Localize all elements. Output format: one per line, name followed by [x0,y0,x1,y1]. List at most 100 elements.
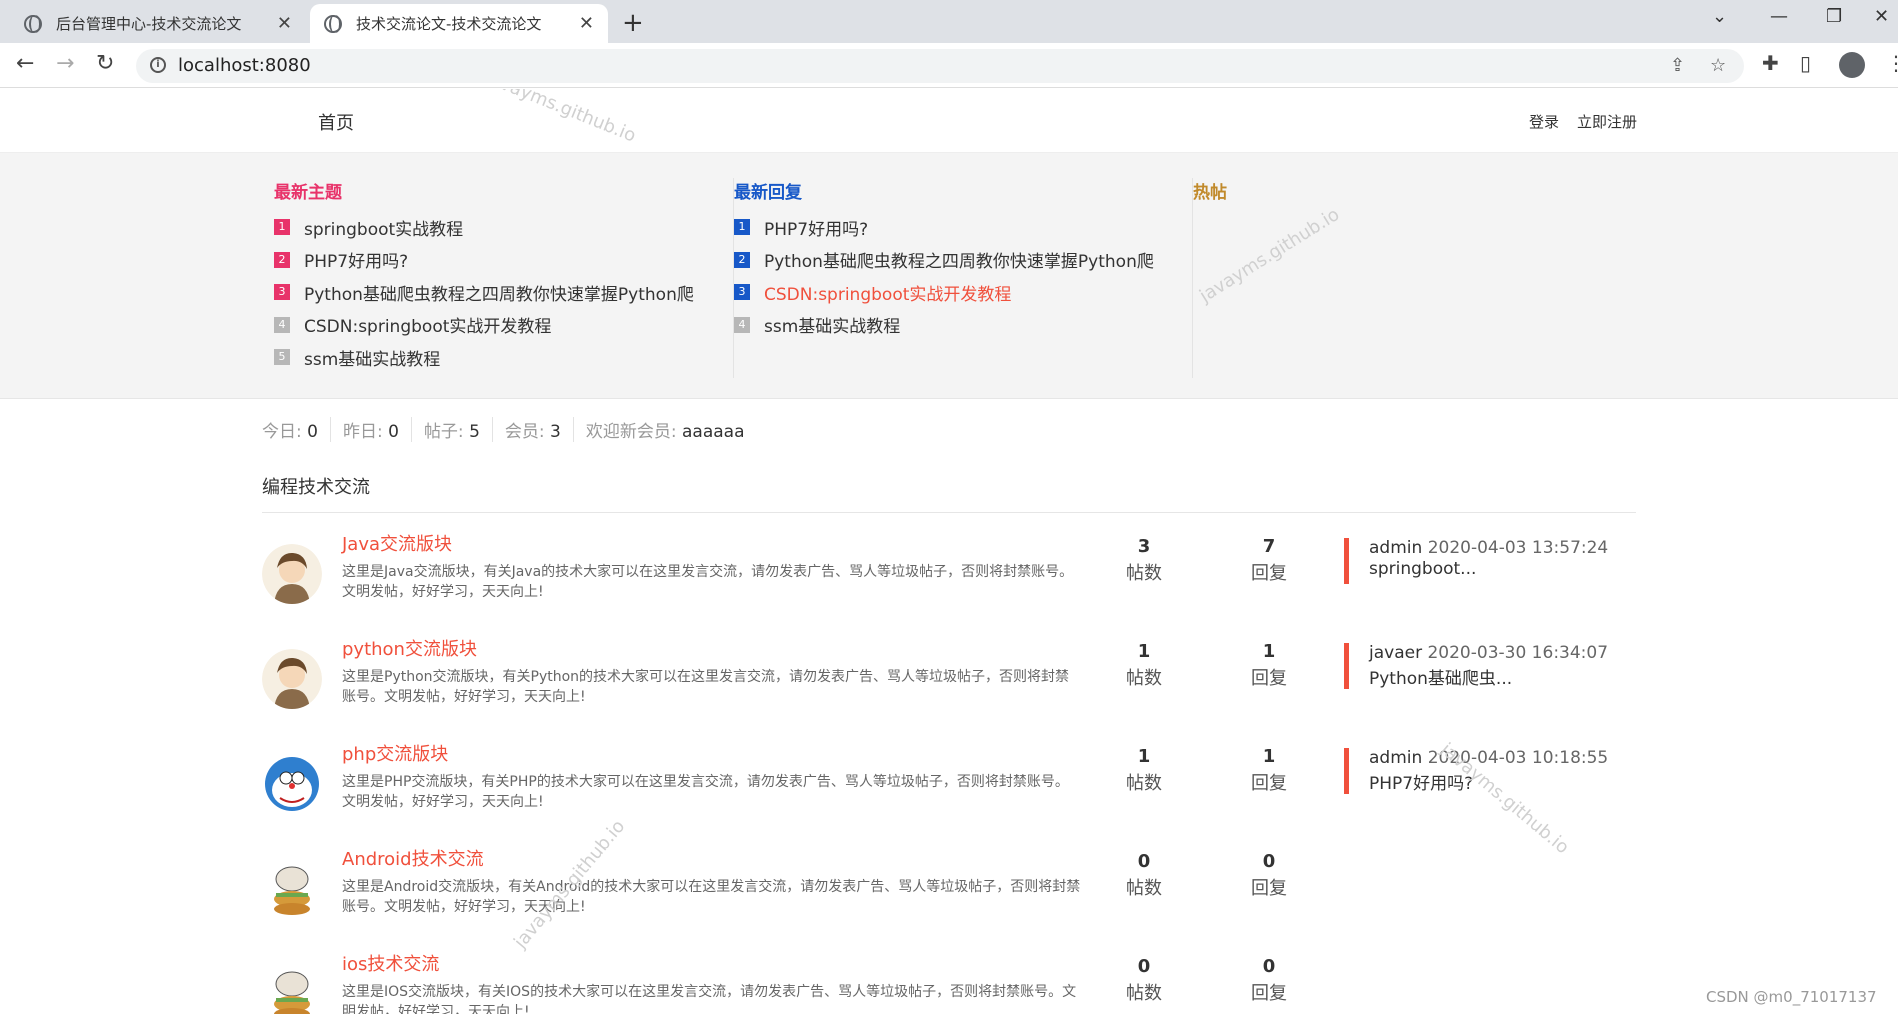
topic-count-value: 3 [1137,536,1151,557]
reply-count-value: 0 [1262,956,1276,977]
list-item[interactable]: 4 ssm基础实战教程 [734,309,1193,342]
reply-link[interactable]: Python基础爬虫教程之四周教你快速掌握Python爬 [764,247,1154,272]
topic-count-value: 0 [1137,851,1151,872]
site-info-icon[interactable]: i [150,57,166,73]
side-panel-icon[interactable]: ▯ [1800,51,1811,75]
topic-count-label: 帖数 [1126,773,1162,794]
list-item[interactable]: 3 Python基础爬虫教程之四周教你快速掌握Python爬 [274,276,734,309]
list-item[interactable]: 2 Python基础爬虫教程之四周教你快速掌握Python爬 [734,244,1193,277]
extensions-puzzle-icon[interactable]: ✚ [1762,51,1779,75]
list-item[interactable]: 3 CSDN:springboot实战开发教程 [734,276,1193,309]
restore-icon[interactable]: ❐ [1826,6,1842,27]
forum-description: 这里是PHP交流版块，有关PHP的技术大家可以在这里发言交流，请勿发表广告、骂人… [342,774,1069,810]
login-link[interactable]: 登录 [1529,111,1559,132]
topic-count-value: 1 [1137,641,1151,662]
last-post-user[interactable]: admin [1369,748,1422,768]
stat-label: 昨日: [342,422,383,442]
topic-count-label: 帖数 [1126,878,1162,899]
forum-row: ios技术交流 这里是IOS交流版块，有关IOS的技术大家可以在这里发言交流，请… [262,950,1636,1014]
list-item[interactable]: 2 PHP7好用吗? [274,244,734,277]
profile-avatar-icon[interactable] [1839,52,1865,78]
browser-tab-bar: 后台管理中心-技术交流论文 ✕ 技术交流论文-技术交流论文 ✕ + ⌄ — ❐ … [0,0,1898,43]
rank-badge: 5 [274,349,290,366]
new-member-link[interactable]: aaaaaa [682,422,745,442]
last-post-title-link[interactable]: Python基础爬虫... [1369,664,1608,689]
reply-link[interactable]: PHP7好用吗? [764,215,868,240]
forum-row: Android技术交流 这里是Android交流版块，有关Android的技术大… [262,845,1636,950]
topic-link[interactable]: Python基础爬虫教程之四周教你快速掌握Python爬 [304,280,694,305]
new-tab-icon[interactable]: + [622,8,644,38]
reply-count-label: 回复 [1251,773,1287,794]
list-item[interactable]: 5 ssm基础实战教程 [274,341,734,374]
topic-link[interactable]: PHP7好用吗? [304,247,408,272]
close-window-icon[interactable]: ✕ [1874,6,1889,27]
forum-description: 这里是Java交流版块，有关Java的技术大家可以在这里发言交流，请勿发表广告、… [342,564,1074,600]
list-item[interactable]: 4 CSDN:springboot实战开发教程 [274,309,734,342]
reply-count: 0 回复 [1229,956,1309,1005]
browser-tab-admin[interactable]: 后台管理中心-技术交流论文 ✕ [10,4,306,43]
stat-value: 3 [550,422,561,442]
close-tab-icon[interactable]: ✕ [579,13,594,34]
topic-count-label: 帖数 [1126,983,1162,1004]
forward-icon[interactable]: → [56,51,74,76]
reply-count-value: 1 [1262,746,1276,767]
tab-title: 技术交流论文-技术交流论文 [356,15,542,33]
topic-count: 1 帖数 [1104,641,1184,690]
topic-link[interactable]: CSDN:springboot实战开发教程 [304,312,551,337]
topic-count-value: 0 [1137,956,1151,977]
url-input[interactable]: i localhost:8080 ⇪ ☆ [136,49,1744,83]
reply-count-value: 1 [1262,641,1276,662]
topic-link[interactable]: ssm基础实战教程 [304,345,440,370]
reply-count-label: 回复 [1251,563,1287,584]
topic-count-value: 1 [1137,746,1151,767]
back-icon[interactable]: ← [16,51,34,76]
topic-link[interactable]: springboot实战教程 [304,215,463,240]
forum-name-link[interactable]: python交流版块 [342,635,477,661]
share-icon[interactable]: ⇪ [1670,55,1685,76]
stat-yesterday: 昨日: 0 [329,417,411,442]
last-post-user[interactable]: admin [1369,538,1422,558]
rank-badge: 2 [734,251,750,268]
forum-name-link[interactable]: Android技术交流 [342,845,484,871]
latest-topics-column: 最新主题 1 springboot实战教程 2 PHP7好用吗? 3 Python基础… [274,178,734,378]
list-item[interactable]: 1 PHP7好用吗? [734,211,1193,244]
register-link[interactable]: 立即注册 [1577,111,1637,132]
rank-badge: 2 [274,251,290,268]
forum-description: 这里是Android交流版块，有关Android的技术大家可以在这里发言交流，请… [342,879,1081,915]
address-bar-row: ← → ↻ i localhost:8080 ⇪ ☆ ✚ ▯ ⋮ [0,43,1898,88]
close-tab-icon[interactable]: ✕ [277,13,292,34]
latest-replies-title: 最新回复 [734,183,802,203]
topic-count: 0 帖数 [1104,851,1184,900]
forum-name-link[interactable]: ios技术交流 [342,950,439,976]
last-post-title-link[interactable]: springboot... [1369,559,1608,579]
forum-name-link[interactable]: Java交流版块 [342,530,452,556]
forum-avatar[interactable] [262,544,322,604]
reply-count-value: 0 [1262,851,1276,872]
forum-avatar[interactable] [262,649,322,709]
stat-value: 0 [388,422,399,442]
tab-title: 后台管理中心-技术交流论文 [56,15,242,33]
nav-home-link[interactable]: 首页 [318,109,354,135]
last-post-user[interactable]: javaer [1369,643,1422,663]
reply-link[interactable]: ssm基础实战教程 [764,312,900,337]
list-item[interactable]: 1 springboot实战教程 [274,211,734,244]
reply-count: 0 回复 [1229,851,1309,900]
bookmark-star-icon[interactable]: ☆ [1710,55,1726,76]
topic-count-label: 帖数 [1126,563,1162,584]
stat-label: 欢迎新会员: [585,422,677,442]
forum-name-link[interactable]: php交流版块 [342,740,448,766]
forum-avatar[interactable] [262,859,322,919]
stat-label: 会员: [504,422,545,442]
last-post: admin 2020-04-03 13:57:24 springboot... [1344,538,1608,584]
forum-avatar[interactable] [262,964,322,1014]
reload-icon[interactable]: ↻ [96,51,114,76]
section-title: 编程技术交流 [262,477,370,498]
menu-kebab-icon[interactable]: ⋮ [1886,51,1898,75]
stat-posts: 帖子: 5 [410,417,492,442]
minimize-icon[interactable]: — [1770,6,1788,27]
reply-link[interactable]: CSDN:springboot实战开发教程 [764,280,1011,305]
browser-tab-forum[interactable]: 技术交流论文-技术交流论文 ✕ [310,4,608,43]
forum-avatar[interactable] [262,754,322,814]
tab-search-chevron-icon[interactable]: ⌄ [1712,6,1727,27]
stat-value: 5 [469,422,480,442]
